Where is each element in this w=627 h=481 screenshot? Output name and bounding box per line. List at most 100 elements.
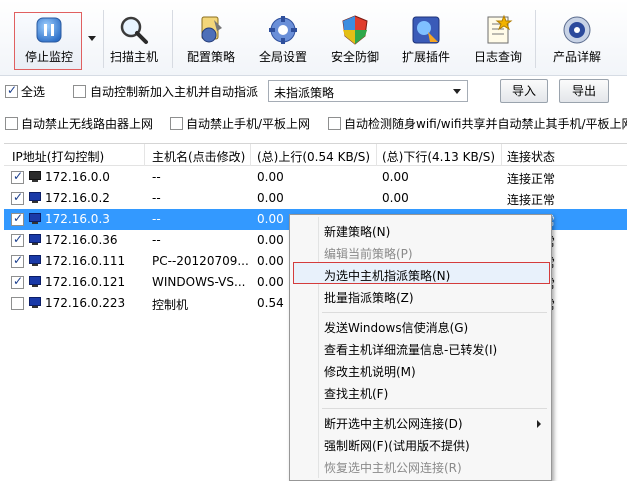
cell-upload: 0.00 — [257, 275, 284, 289]
menu-view-traffic[interactable]: 查看主机详细流量信息-已转发(I) — [324, 341, 497, 358]
column-ip[interactable]: IP地址(打勾控制) — [12, 148, 104, 165]
table-row[interactable]: 172.16.0.2 -- 0.00 0.00 连接正常 — [4, 188, 627, 209]
ban-wireless-checkbox[interactable] — [5, 117, 18, 130]
cell-download: 0.00 — [382, 170, 409, 184]
menu-edit-policy[interactable]: 编辑当前策略(P) — [324, 245, 413, 262]
plugin-icon — [412, 16, 440, 44]
cell-hostname[interactable]: -- — [152, 191, 161, 205]
ban-phone-checkbox[interactable] — [170, 117, 183, 130]
row-checkbox[interactable] — [11, 253, 24, 268]
policy-select-value: 未指派策略 — [274, 86, 335, 100]
cell-hostname[interactable]: 控制机 — [152, 296, 188, 313]
scan-host-button[interactable]: 扫描主机 — [104, 14, 164, 68]
row-checkbox[interactable] — [11, 190, 24, 205]
menu-restore[interactable]: 恢复选中主机公网连接(R) — [324, 459, 462, 476]
gear-icon — [269, 16, 297, 44]
cell-status: 连接正常 — [507, 172, 556, 186]
select-all-label: 全选 — [21, 85, 46, 99]
column-status[interactable]: 连接状态 — [507, 148, 555, 165]
chevron-down-icon — [453, 89, 461, 94]
computer-icon — [28, 297, 42, 309]
cell-upload: 0.00 — [257, 170, 284, 184]
cell-upload: 0.54 — [257, 296, 284, 310]
table-header: IP地址(打勾控制) 主机名(点击修改) (总)上行(0.54 KB/S) (总… — [4, 144, 627, 166]
row-checkbox[interactable] — [11, 211, 24, 226]
submenu-arrow-icon — [537, 420, 541, 428]
extension-plugin-button[interactable]: 扩展插件 — [395, 14, 457, 68]
menu-force-offline[interactable]: 强制断网(F)(试用版不提供) — [324, 437, 470, 454]
row-checkbox[interactable] — [11, 232, 24, 247]
stop-monitor-label: 停止监控 — [24, 50, 73, 64]
magnifier-icon — [120, 16, 148, 44]
menu-find-host[interactable]: 查找主机(F) — [324, 385, 388, 402]
cell-hostname[interactable]: -- — [152, 170, 161, 184]
security-defense-label: 安全防御 — [330, 50, 379, 64]
log-icon — [487, 14, 513, 44]
menu-batch-assign[interactable]: 批量指派策略(Z) — [324, 289, 414, 306]
cell-upload: 0.00 — [257, 254, 284, 268]
menu-disconnect[interactable]: 断开选中主机公网连接(D) — [324, 415, 463, 432]
import-button[interactable]: 导入 — [500, 79, 548, 103]
cell-ip: 172.16.0.223 — [45, 296, 126, 310]
cell-ip: 172.16.0.121 — [45, 275, 126, 289]
global-settings-label: 全局设置 — [258, 50, 307, 64]
column-upload[interactable]: (总)上行(0.54 KB/S) — [257, 148, 370, 165]
select-all-checkbox[interactable] — [5, 83, 18, 98]
menu-separator — [322, 408, 547, 409]
row-checkbox[interactable] — [11, 169, 24, 184]
row-checkbox[interactable] — [11, 274, 24, 289]
cell-hostname[interactable]: -- — [152, 233, 161, 247]
cell-status: 连接正常 — [507, 193, 556, 207]
computer-icon — [28, 171, 42, 183]
export-button[interactable]: 导出 — [559, 79, 609, 103]
config-icon — [201, 16, 222, 43]
table-row[interactable]: 172.16.0.0 -- 0.00 0.00 连接正常 — [4, 167, 627, 188]
toolbar: 停止监控 扫描主机 配置策略 全局设置 安全防御 扩展插件 日志查询 产品详解 — [0, 0, 627, 76]
detect-wifi-checkbox[interactable] — [328, 117, 341, 130]
menu-separator — [322, 312, 547, 313]
computer-icon — [28, 255, 42, 267]
column-download[interactable]: (总)下行(4.13 KB/S) — [382, 148, 495, 165]
scan-host-label: 扫描主机 — [109, 50, 158, 64]
ban-phone-label: 自动禁止手机/平板上网 — [186, 117, 311, 131]
global-settings-button[interactable]: 全局设置 — [252, 14, 314, 68]
stop-monitor-button[interactable]: 停止监控 — [14, 14, 84, 68]
cell-hostname[interactable]: WINDOWS-VS... — [152, 275, 245, 289]
stop-monitor-dropdown-icon[interactable] — [88, 36, 96, 41]
toolbar-separator — [172, 10, 173, 68]
computer-icon — [28, 213, 42, 225]
cell-ip: 172.16.0.2 — [45, 191, 110, 205]
menu-edit-description[interactable]: 修改主机说明(M) — [324, 363, 416, 380]
cell-hostname[interactable]: -- — [152, 212, 161, 226]
log-query-button[interactable]: 日志查询 — [467, 14, 529, 68]
cell-ip: 172.16.0.36 — [45, 233, 118, 247]
computer-icon — [28, 192, 42, 204]
computer-icon — [28, 234, 42, 246]
menu-send-message[interactable]: 发送Windows信使消息(G) — [324, 319, 468, 336]
cell-upload: 0.00 — [257, 191, 284, 205]
menu-assign-policy[interactable]: 为选中主机指派策略(N) — [324, 267, 450, 284]
column-hostname[interactable]: 主机名(点击修改) — [152, 148, 245, 165]
ban-wireless-label: 自动禁止无线路由器上网 — [21, 117, 154, 131]
cell-upload: 0.00 — [257, 212, 284, 226]
auto-control-checkbox[interactable] — [73, 85, 86, 98]
config-policy-label: 配置策略 — [186, 50, 235, 64]
log-query-label: 日志查询 — [473, 50, 522, 64]
auto-control-label: 自动控制新加入主机并自动指派 — [90, 85, 259, 99]
config-policy-button[interactable]: 配置策略 — [180, 14, 242, 68]
menu-new-policy[interactable]: 新建策略(N) — [324, 223, 390, 240]
cell-download: 0.00 — [382, 191, 409, 205]
row-checkbox[interactable] — [11, 297, 24, 310]
extension-plugin-label: 扩展插件 — [401, 50, 450, 64]
policy-select[interactable]: 未指派策略 — [268, 80, 468, 102]
product-details-label: 产品详解 — [552, 50, 601, 64]
security-defense-button[interactable]: 安全防御 — [324, 14, 386, 68]
cell-hostname[interactable]: PC--20120709... — [152, 254, 249, 268]
shield-icon — [342, 15, 368, 45]
pause-icon — [36, 17, 62, 43]
toolbar-separator — [535, 10, 536, 68]
computer-icon — [28, 276, 42, 288]
cell-ip: 172.16.0.3 — [45, 212, 110, 226]
cell-ip: 172.16.0.111 — [45, 254, 126, 268]
product-details-button[interactable]: 产品详解 — [546, 14, 608, 68]
